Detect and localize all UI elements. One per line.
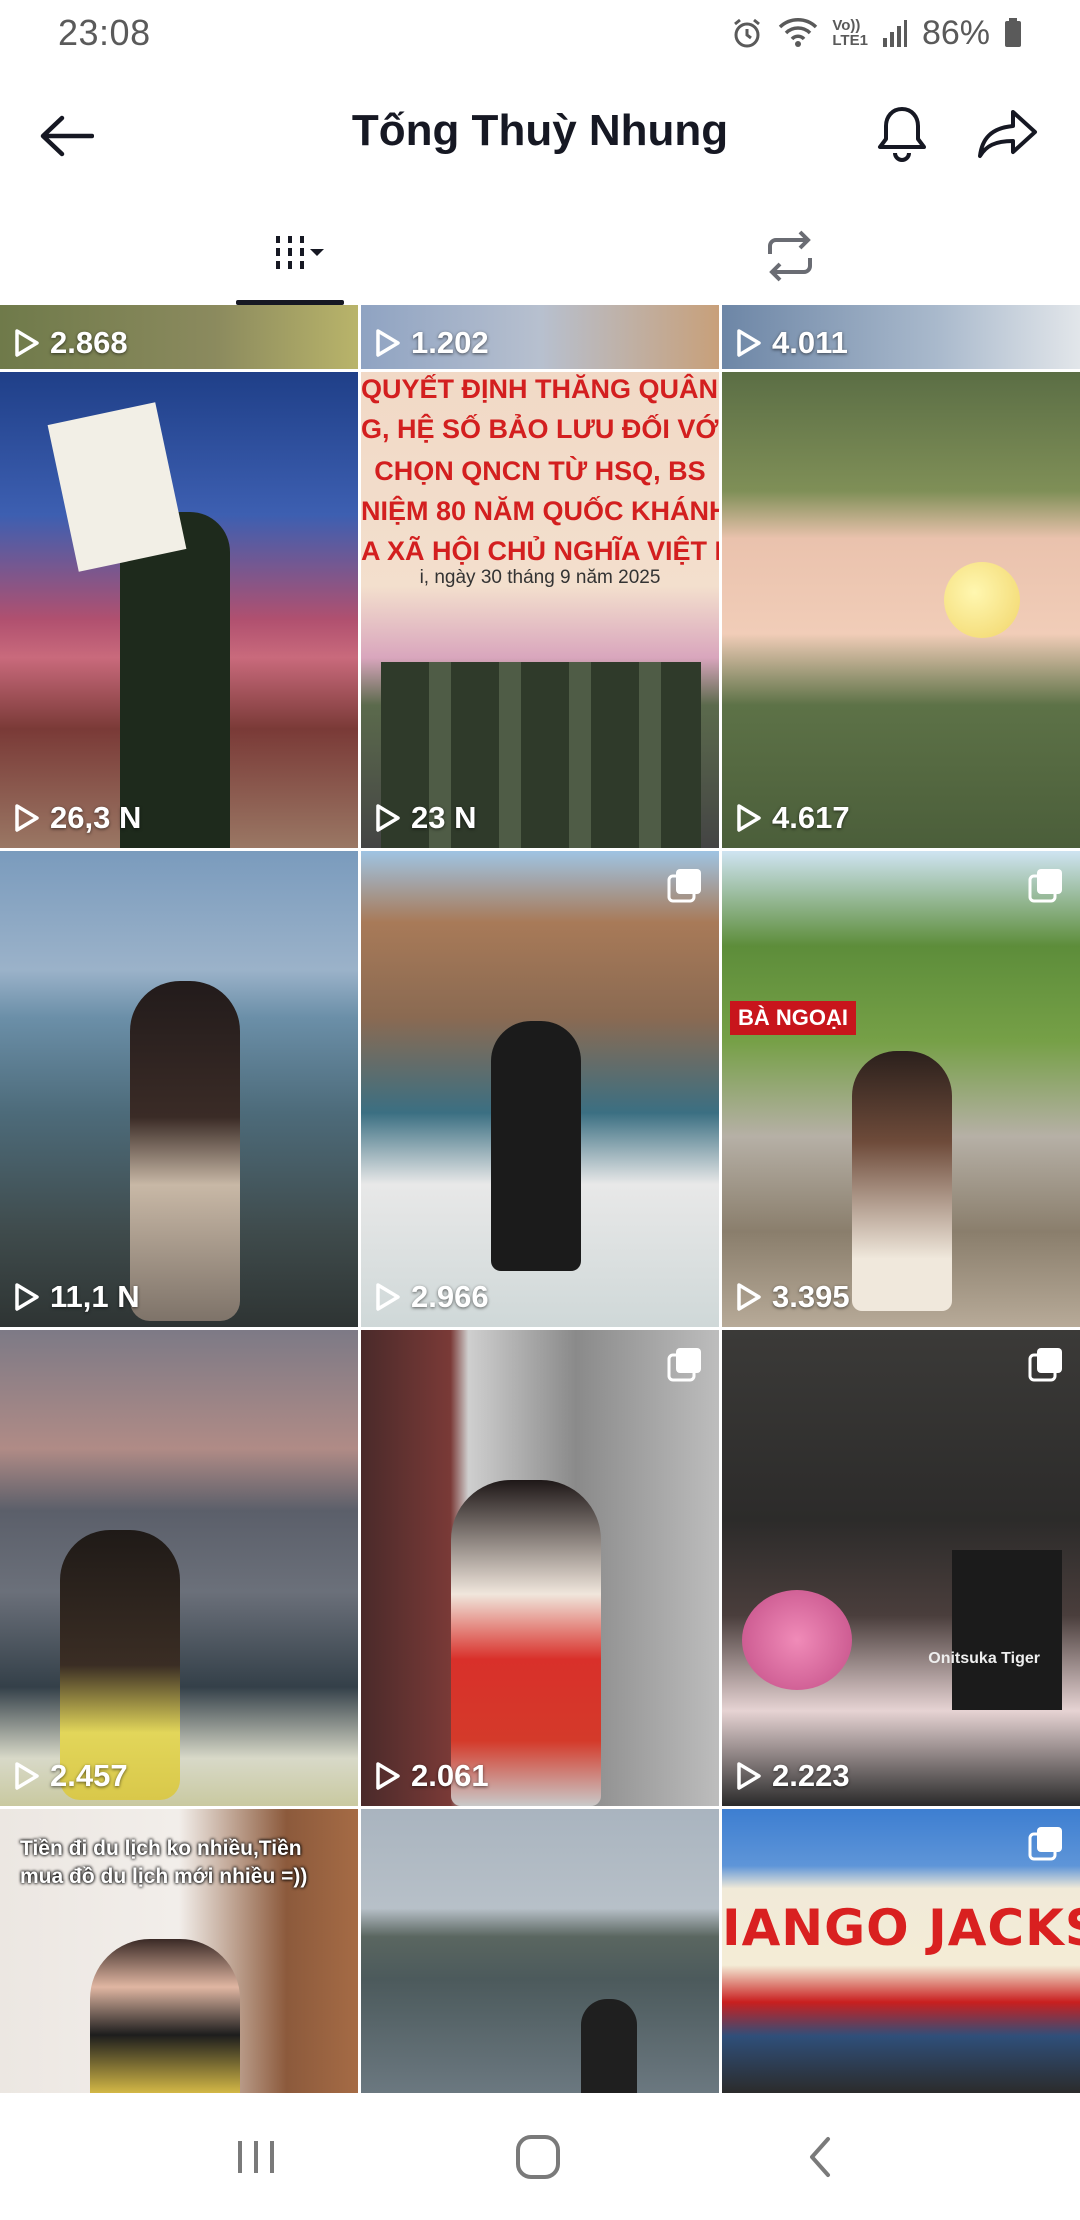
view-count: 4.617 — [736, 800, 850, 836]
video-tile[interactable]: Onitsuka Tiger 2.223 — [722, 1330, 1080, 1806]
wifi-icon — [778, 17, 818, 49]
view-count: 1.202 — [375, 325, 489, 361]
status-bar: 23:08 Vo)) LTE1 86% — [0, 0, 1080, 66]
multi-photo-icon — [667, 867, 703, 908]
person-figure — [90, 1939, 240, 2093]
notifications-button[interactable] — [864, 94, 940, 174]
play-icon — [15, 1283, 39, 1311]
network-label: LTE1 — [832, 32, 868, 49]
store-sign: IANGO JACKS PIZ — [722, 1899, 1080, 1957]
play-icon — [737, 329, 761, 357]
play-icon — [376, 1762, 400, 1790]
status-icons: Vo)) LTE1 86% — [730, 14, 1022, 53]
share-button[interactable] — [966, 94, 1050, 174]
banner-date: i, ngày 30 tháng 9 năm 2025 — [419, 567, 661, 588]
multi-photo-icon — [1028, 1346, 1064, 1387]
person-figure — [130, 981, 240, 1321]
video-grid: 2.868 1.202 4.011 26,3 N QUYẾT ĐỊNH THĂN… — [0, 305, 1080, 2093]
person-figure — [852, 1051, 952, 1311]
recents-icon — [238, 2141, 274, 2173]
person-figure — [581, 1999, 637, 2093]
play-icon — [737, 804, 761, 832]
play-icon — [737, 1762, 761, 1790]
banner-line: NIỆM 80 NĂM QUỐC KHÁNH — [361, 496, 719, 526]
chevron-left-icon — [810, 2137, 830, 2177]
view-count: 23 N — [375, 800, 476, 836]
video-tile[interactable]: 2.966 — [361, 851, 719, 1327]
view-count: 2.868 — [14, 325, 128, 361]
view-count: 3.395 — [736, 1279, 850, 1315]
document-paper — [47, 402, 187, 572]
video-tile[interactable]: 11,1 N — [0, 851, 358, 1327]
view-count: 4.011 — [736, 325, 848, 361]
play-icon — [737, 1283, 761, 1311]
shop-sign: BÀ NGOẠI — [730, 1001, 856, 1035]
banner-line: QUYẾT ĐỊNH THĂNG QUÂN HÀM — [361, 374, 719, 404]
banner-line: A XÃ HỘI CHỦ NGHĨA VIỆT NAM — [361, 536, 719, 566]
video-tile[interactable]: 26,3 N — [0, 372, 358, 848]
volte-icon: Vo)) LTE1 — [832, 18, 868, 48]
multi-photo-icon — [667, 1346, 703, 1387]
banner-line: CHỌN QNCN TỪ HSQ, BS — [374, 456, 706, 486]
tab-reposts[interactable] — [740, 208, 840, 304]
video-tile[interactable]: 4.011 — [722, 305, 1080, 369]
play-icon — [15, 1762, 39, 1790]
view-count: 26,3 N — [14, 800, 141, 836]
share-arrow-icon — [978, 110, 1037, 158]
alarm-icon — [730, 16, 764, 50]
grid-bars-icon — [276, 236, 324, 269]
multi-photo-icon — [1028, 867, 1064, 908]
play-icon — [376, 1283, 400, 1311]
signal-icon — [882, 18, 908, 48]
video-tile[interactable]: Tiền đi du lịch ko nhiều,Tiền mua đồ du … — [0, 1809, 358, 2093]
person-figure — [120, 512, 230, 848]
volte-label: Vo)) — [832, 17, 861, 34]
shopping-bag — [952, 1550, 1062, 1710]
video-tile[interactable]: IANGO JACKS PIZ — [722, 1809, 1080, 2093]
video-tile[interactable]: 1.202 — [361, 305, 719, 369]
profile-header: Tống Thuỳ Nhung — [0, 80, 1080, 186]
view-count: 2.061 — [375, 1758, 489, 1794]
play-icon — [376, 804, 400, 832]
tab-videos[interactable] — [236, 208, 344, 304]
repost-icon — [768, 230, 812, 282]
recents-button[interactable] — [206, 2119, 306, 2195]
view-count: 2.223 — [736, 1758, 850, 1794]
video-tile[interactable]: BÀ NGOẠI 3.395 — [722, 851, 1080, 1327]
play-icon — [15, 804, 39, 832]
view-count: 2.457 — [14, 1758, 128, 1794]
view-count: 2.966 — [375, 1279, 489, 1315]
video-tile[interactable]: 2.457 — [0, 1330, 358, 1806]
flower-bouquet — [742, 1590, 852, 1690]
play-icon — [15, 329, 39, 357]
video-tile[interactable]: 2.868 — [0, 305, 358, 369]
home-button[interactable] — [488, 2119, 588, 2195]
system-nav-bar — [0, 2093, 1080, 2220]
nav-back-button[interactable] — [770, 2119, 870, 2195]
bell-icon — [878, 107, 926, 162]
play-icon — [376, 329, 400, 357]
home-icon — [516, 2135, 560, 2179]
profile-tabs — [0, 208, 1080, 305]
person-figure — [491, 1021, 581, 1271]
brand-label: Onitsuka Tiger — [928, 1650, 1040, 1667]
video-tile[interactable]: 4.617 — [722, 372, 1080, 848]
battery-icon — [1004, 18, 1022, 48]
multi-photo-icon — [1028, 1825, 1064, 1866]
video-tile[interactable]: 2.061 — [361, 1330, 719, 1806]
caption-overlay: Tiền đi du lịch ko nhiều,Tiền mua đồ du … — [20, 1837, 308, 1888]
video-tile[interactable] — [361, 1809, 719, 2093]
battery-percent: 86% — [921, 13, 990, 52]
view-count: 11,1 N — [14, 1279, 140, 1315]
status-time: 23:08 — [58, 12, 151, 53]
video-tile[interactable]: QUYẾT ĐỊNH THĂNG QUÂN HÀM G, HỆ SỐ BẢO L… — [361, 372, 719, 848]
moon-emoji — [944, 562, 1020, 638]
banner-line: G, HỆ SỐ BẢO LƯU ĐỐI VỚI QNCN — [361, 414, 719, 444]
